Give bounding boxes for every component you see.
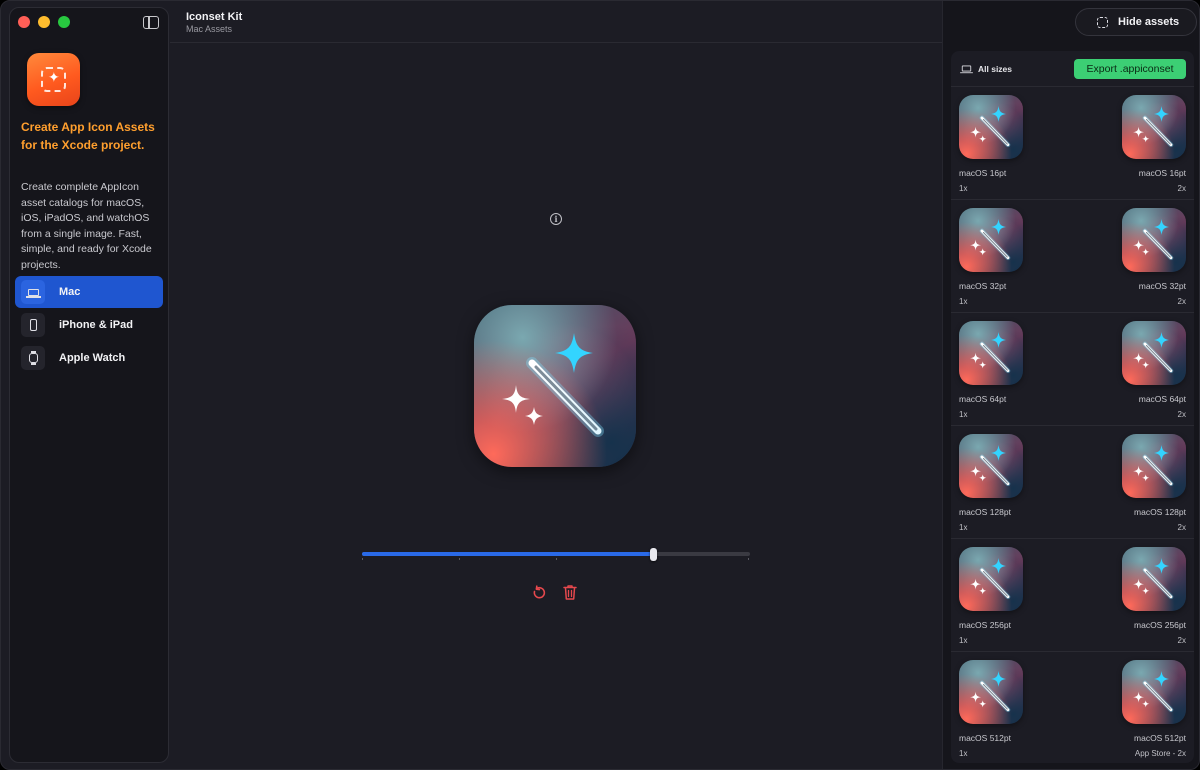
asset-thumbnail	[1122, 321, 1186, 385]
asset-label: macOS 64pt	[1138, 394, 1186, 404]
window-controls	[18, 16, 70, 28]
asset-thumbnail	[1122, 547, 1186, 611]
sidebar: ✦ Create App Icon Assets for the Xcode p…	[9, 7, 169, 763]
window-title: Iconset Kit	[186, 11, 243, 23]
watch-icon	[21, 346, 45, 370]
reset-icon[interactable]	[531, 585, 547, 601]
promo-title: Create App Icon Assets for the Xcode pro…	[21, 120, 155, 152]
asset-thumbnail	[1122, 660, 1186, 724]
assets-panel: Hide assets All sizes Export .appiconset…	[942, 1, 1199, 769]
asset-label: macOS 512pt	[1134, 733, 1186, 743]
asset-thumbnail	[959, 547, 1023, 611]
asset-item[interactable]: macOS 512pt 1x	[959, 660, 1025, 758]
asset-item[interactable]: macOS 512pt App Store - 2x	[1120, 660, 1186, 758]
asset-label: macOS 16pt	[959, 168, 1007, 178]
info-icon[interactable]: i	[550, 213, 562, 225]
platform-nav: Mac iPhone & iPad Apple Watch	[15, 276, 163, 375]
asset-item[interactable]: macOS 16pt 1x	[959, 95, 1025, 193]
asset-list-header: All sizes Export .appiconset	[951, 51, 1194, 87]
size-slider[interactable]	[362, 548, 750, 561]
app-logo: ✦	[27, 53, 80, 106]
asset-scale: 1x	[959, 523, 968, 532]
asset-scale: 1x	[959, 297, 968, 306]
asset-label: macOS 32pt	[959, 281, 1007, 291]
sidebar-item-label: Mac	[59, 286, 81, 298]
asset-row: macOS 16pt 1x macOS 16pt 2x	[951, 87, 1194, 200]
asset-item[interactable]: macOS 16pt 2x	[1120, 95, 1186, 193]
asset-thumbnail	[959, 321, 1023, 385]
asset-scale: 1x	[959, 184, 968, 193]
asset-row: macOS 512pt 1x macOS 512pt App Store - 2x	[951, 652, 1194, 763]
close-window-button[interactable]	[18, 16, 30, 28]
asset-row: macOS 128pt 1x macOS 128pt 2x	[951, 426, 1194, 539]
asset-thumbnail	[959, 95, 1023, 159]
asset-item[interactable]: macOS 256pt 1x	[959, 547, 1025, 645]
asset-row: macOS 32pt 1x macOS 32pt 2x	[951, 200, 1194, 313]
hide-assets-button[interactable]: Hide assets	[1075, 8, 1197, 36]
laptop-icon	[960, 65, 973, 74]
asset-row: macOS 64pt 1x macOS 64pt 2x	[951, 313, 1194, 426]
app-window: ✦ Create App Icon Assets for the Xcode p…	[0, 0, 1200, 770]
dashed-square-icon	[1097, 16, 1108, 28]
icon-preview[interactable]	[474, 305, 636, 467]
asset-scale: 1x	[959, 749, 968, 758]
slider-tick	[556, 558, 557, 560]
asset-item[interactable]: macOS 128pt 2x	[1120, 434, 1186, 532]
asset-label: macOS 256pt	[1134, 620, 1186, 630]
magic-wand-icon-image	[474, 305, 636, 467]
slider-tick	[362, 558, 363, 560]
all-sizes-label: All sizes	[978, 64, 1013, 74]
asset-thumbnail	[1122, 95, 1186, 159]
sidebar-item-iphone-ipad[interactable]: iPhone & iPad	[15, 309, 163, 341]
asset-thumbnail	[959, 434, 1023, 498]
zoom-window-button[interactable]	[58, 16, 70, 28]
slider-fill	[362, 552, 653, 556]
asset-label: macOS 16pt	[1138, 168, 1186, 178]
minimize-window-button[interactable]	[38, 16, 50, 28]
sidebar-item-apple-watch[interactable]: Apple Watch	[15, 342, 163, 374]
asset-scale: 1x	[959, 636, 968, 645]
asset-item[interactable]: macOS 256pt 2x	[1120, 547, 1186, 645]
asset-label: macOS 128pt	[1134, 507, 1186, 517]
asset-label: macOS 32pt	[1138, 281, 1186, 291]
phone-icon	[21, 313, 45, 337]
slider-handle[interactable]	[650, 548, 657, 561]
laptop-icon	[21, 280, 45, 304]
slider-tick	[459, 558, 460, 560]
asset-thumbnail	[1122, 208, 1186, 272]
asset-item[interactable]: macOS 32pt 2x	[1120, 208, 1186, 306]
asset-item[interactable]: macOS 128pt 1x	[959, 434, 1025, 532]
export-appiconset-button[interactable]: Export .appiconset	[1074, 59, 1186, 79]
asset-thumbnail	[1122, 434, 1186, 498]
asset-scale: 2x	[1177, 523, 1186, 532]
asset-thumbnail	[959, 208, 1023, 272]
sidebar-item-mac[interactable]: Mac	[15, 276, 163, 308]
sidebar-toggle-icon[interactable]	[143, 16, 159, 29]
promo-description: Create complete AppIcon asset catalogs f…	[21, 181, 152, 271]
asset-label: macOS 128pt	[959, 507, 1011, 517]
asset-thumbnail	[959, 660, 1023, 724]
asset-row: macOS 256pt 1x macOS 256pt 2x	[951, 539, 1194, 652]
asset-label: macOS 256pt	[959, 620, 1011, 630]
header-divider	[170, 42, 942, 43]
asset-item[interactable]: macOS 32pt 1x	[959, 208, 1025, 306]
trash-icon[interactable]	[562, 584, 578, 601]
asset-item[interactable]: macOS 64pt 2x	[1120, 321, 1186, 419]
asset-scale: 2x	[1177, 410, 1186, 419]
asset-scale: App Store - 2x	[1134, 749, 1186, 758]
asset-item[interactable]: macOS 64pt 1x	[959, 321, 1025, 419]
slider-tick	[748, 558, 749, 560]
window-subtitle: Mac Assets	[186, 24, 233, 34]
sidebar-item-label: Apple Watch	[59, 352, 126, 364]
asset-scale: 2x	[1177, 636, 1186, 645]
asset-list: All sizes Export .appiconset macOS 16pt 1…	[951, 51, 1194, 763]
sidebar-item-label: iPhone & iPad	[59, 319, 133, 331]
asset-scale: 2x	[1177, 297, 1186, 306]
asset-label: macOS 64pt	[959, 394, 1007, 404]
asset-scale: 1x	[959, 410, 968, 419]
asset-scale: 2x	[1177, 184, 1186, 193]
sparkle-icon: ✦	[48, 69, 60, 85]
asset-label: macOS 512pt	[959, 733, 1011, 743]
